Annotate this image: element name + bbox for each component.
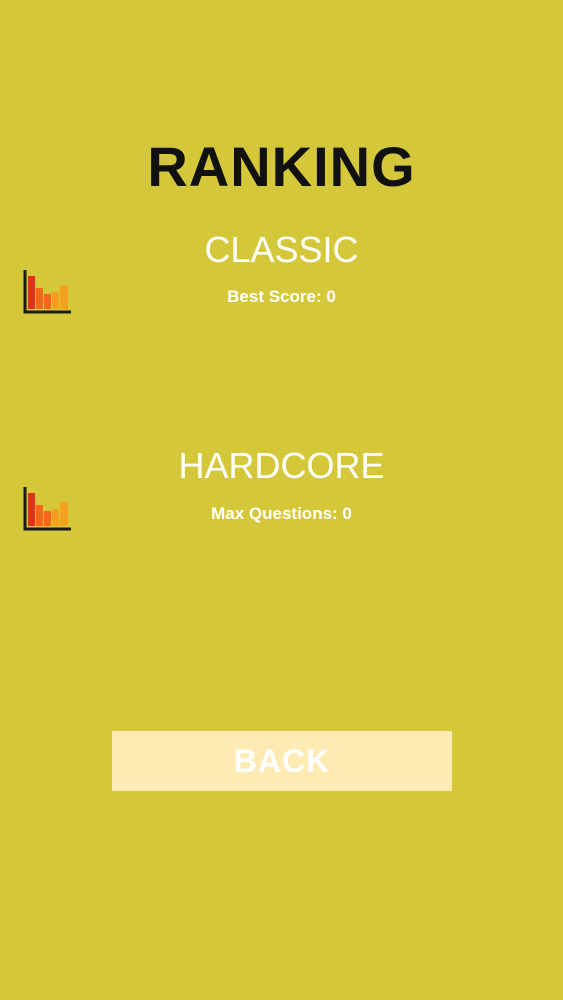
classic-best-score: Best Score: 0 (227, 287, 336, 306)
bar-chart-icon-graphic (23, 270, 71, 314)
chart-bar (52, 509, 59, 526)
chart-bar (60, 502, 68, 526)
chart-bar (28, 276, 35, 309)
chart-bar (28, 493, 35, 526)
chart-bar (60, 285, 68, 309)
bar-chart-icon[interactable] (23, 487, 73, 531)
bar-chart-icon-graphic (23, 487, 71, 531)
mode-title-classic: CLASSIC (204, 229, 359, 270)
chart-bar (52, 292, 59, 309)
mode-title-hardcore: HARDCORE (178, 445, 385, 486)
back-button[interactable]: BACK (112, 731, 452, 791)
bar-chart-icon[interactable] (23, 270, 73, 314)
chart-bar (36, 505, 43, 526)
chart-bar (36, 288, 43, 309)
chart-bar (44, 294, 51, 309)
hardcore-max-questions: Max Questions: 0 (211, 504, 352, 523)
chart-bar (44, 511, 51, 526)
ranking-screen: RANKING CLASSIC Best Score: 0 HARDCORE M… (0, 0, 563, 1000)
page-title: RANKING (147, 135, 416, 198)
